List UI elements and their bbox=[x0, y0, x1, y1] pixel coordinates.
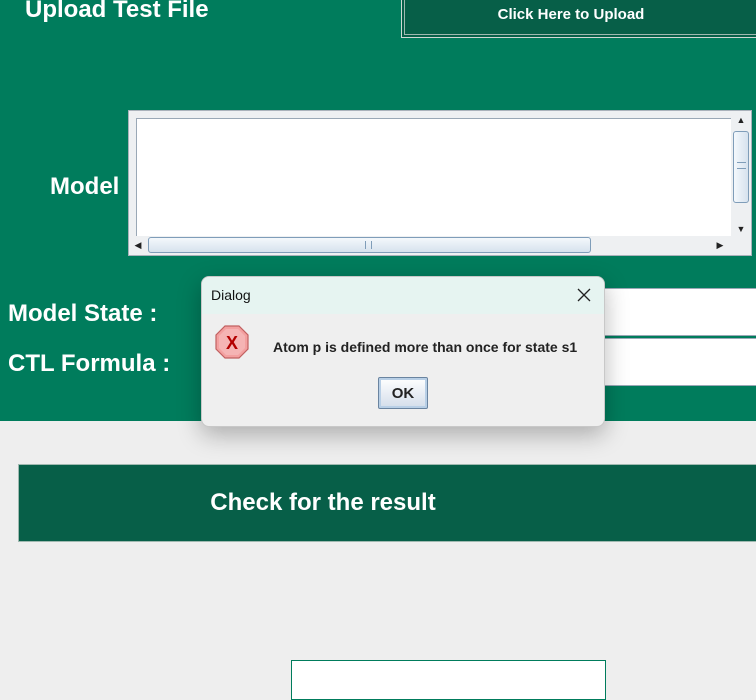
model-state-label: Model State : bbox=[8, 300, 158, 327]
horizontal-scroll-thumb[interactable] bbox=[148, 237, 591, 253]
model-state-input[interactable] bbox=[596, 288, 756, 336]
dialog-title: Dialog bbox=[211, 287, 251, 303]
scroll-up-icon[interactable]: ▲ bbox=[733, 112, 749, 128]
scroll-down-icon[interactable]: ▼ bbox=[733, 221, 749, 237]
ok-button-label: OK bbox=[391, 384, 415, 402]
grip-icon bbox=[365, 241, 372, 249]
check-result-label: Check for the result bbox=[210, 489, 436, 516]
error-icon: X bbox=[214, 324, 250, 360]
upload-button-label: Click Here to Upload bbox=[497, 5, 645, 23]
upload-title: Upload Test File bbox=[25, 0, 209, 23]
close-icon[interactable] bbox=[572, 283, 596, 307]
upload-button[interactable]: Click Here to Upload bbox=[401, 0, 756, 38]
scroll-right-icon[interactable]: ▶ bbox=[712, 237, 728, 253]
grip-icon bbox=[737, 162, 746, 169]
vertical-scrollbar[interactable]: ▲ ▼ bbox=[731, 111, 751, 238]
model-textarea[interactable] bbox=[136, 118, 732, 237]
scroll-left-icon[interactable]: ◀ bbox=[130, 237, 146, 253]
ok-button[interactable]: OK bbox=[378, 377, 428, 409]
check-result-button[interactable]: Check for the result bbox=[18, 464, 756, 542]
model-scrollpane: ▲ ▼ ◀ ▶ bbox=[128, 110, 752, 256]
ctl-formula-input[interactable] bbox=[596, 338, 756, 386]
result-field bbox=[291, 660, 606, 700]
ctl-formula-label: CTL Formula : bbox=[8, 350, 171, 377]
vertical-scroll-thumb[interactable] bbox=[733, 131, 749, 203]
dialog-message: Atom p is defined more than once for sta… bbox=[273, 339, 578, 355]
error-dialog: Dialog X Atom p is defined more than onc… bbox=[201, 276, 605, 427]
model-label: Model bbox=[50, 173, 120, 200]
dialog-titlebar: Dialog bbox=[202, 277, 604, 314]
svg-text:X: X bbox=[226, 333, 238, 353]
horizontal-scrollbar[interactable]: ◀ ▶ bbox=[129, 236, 732, 255]
